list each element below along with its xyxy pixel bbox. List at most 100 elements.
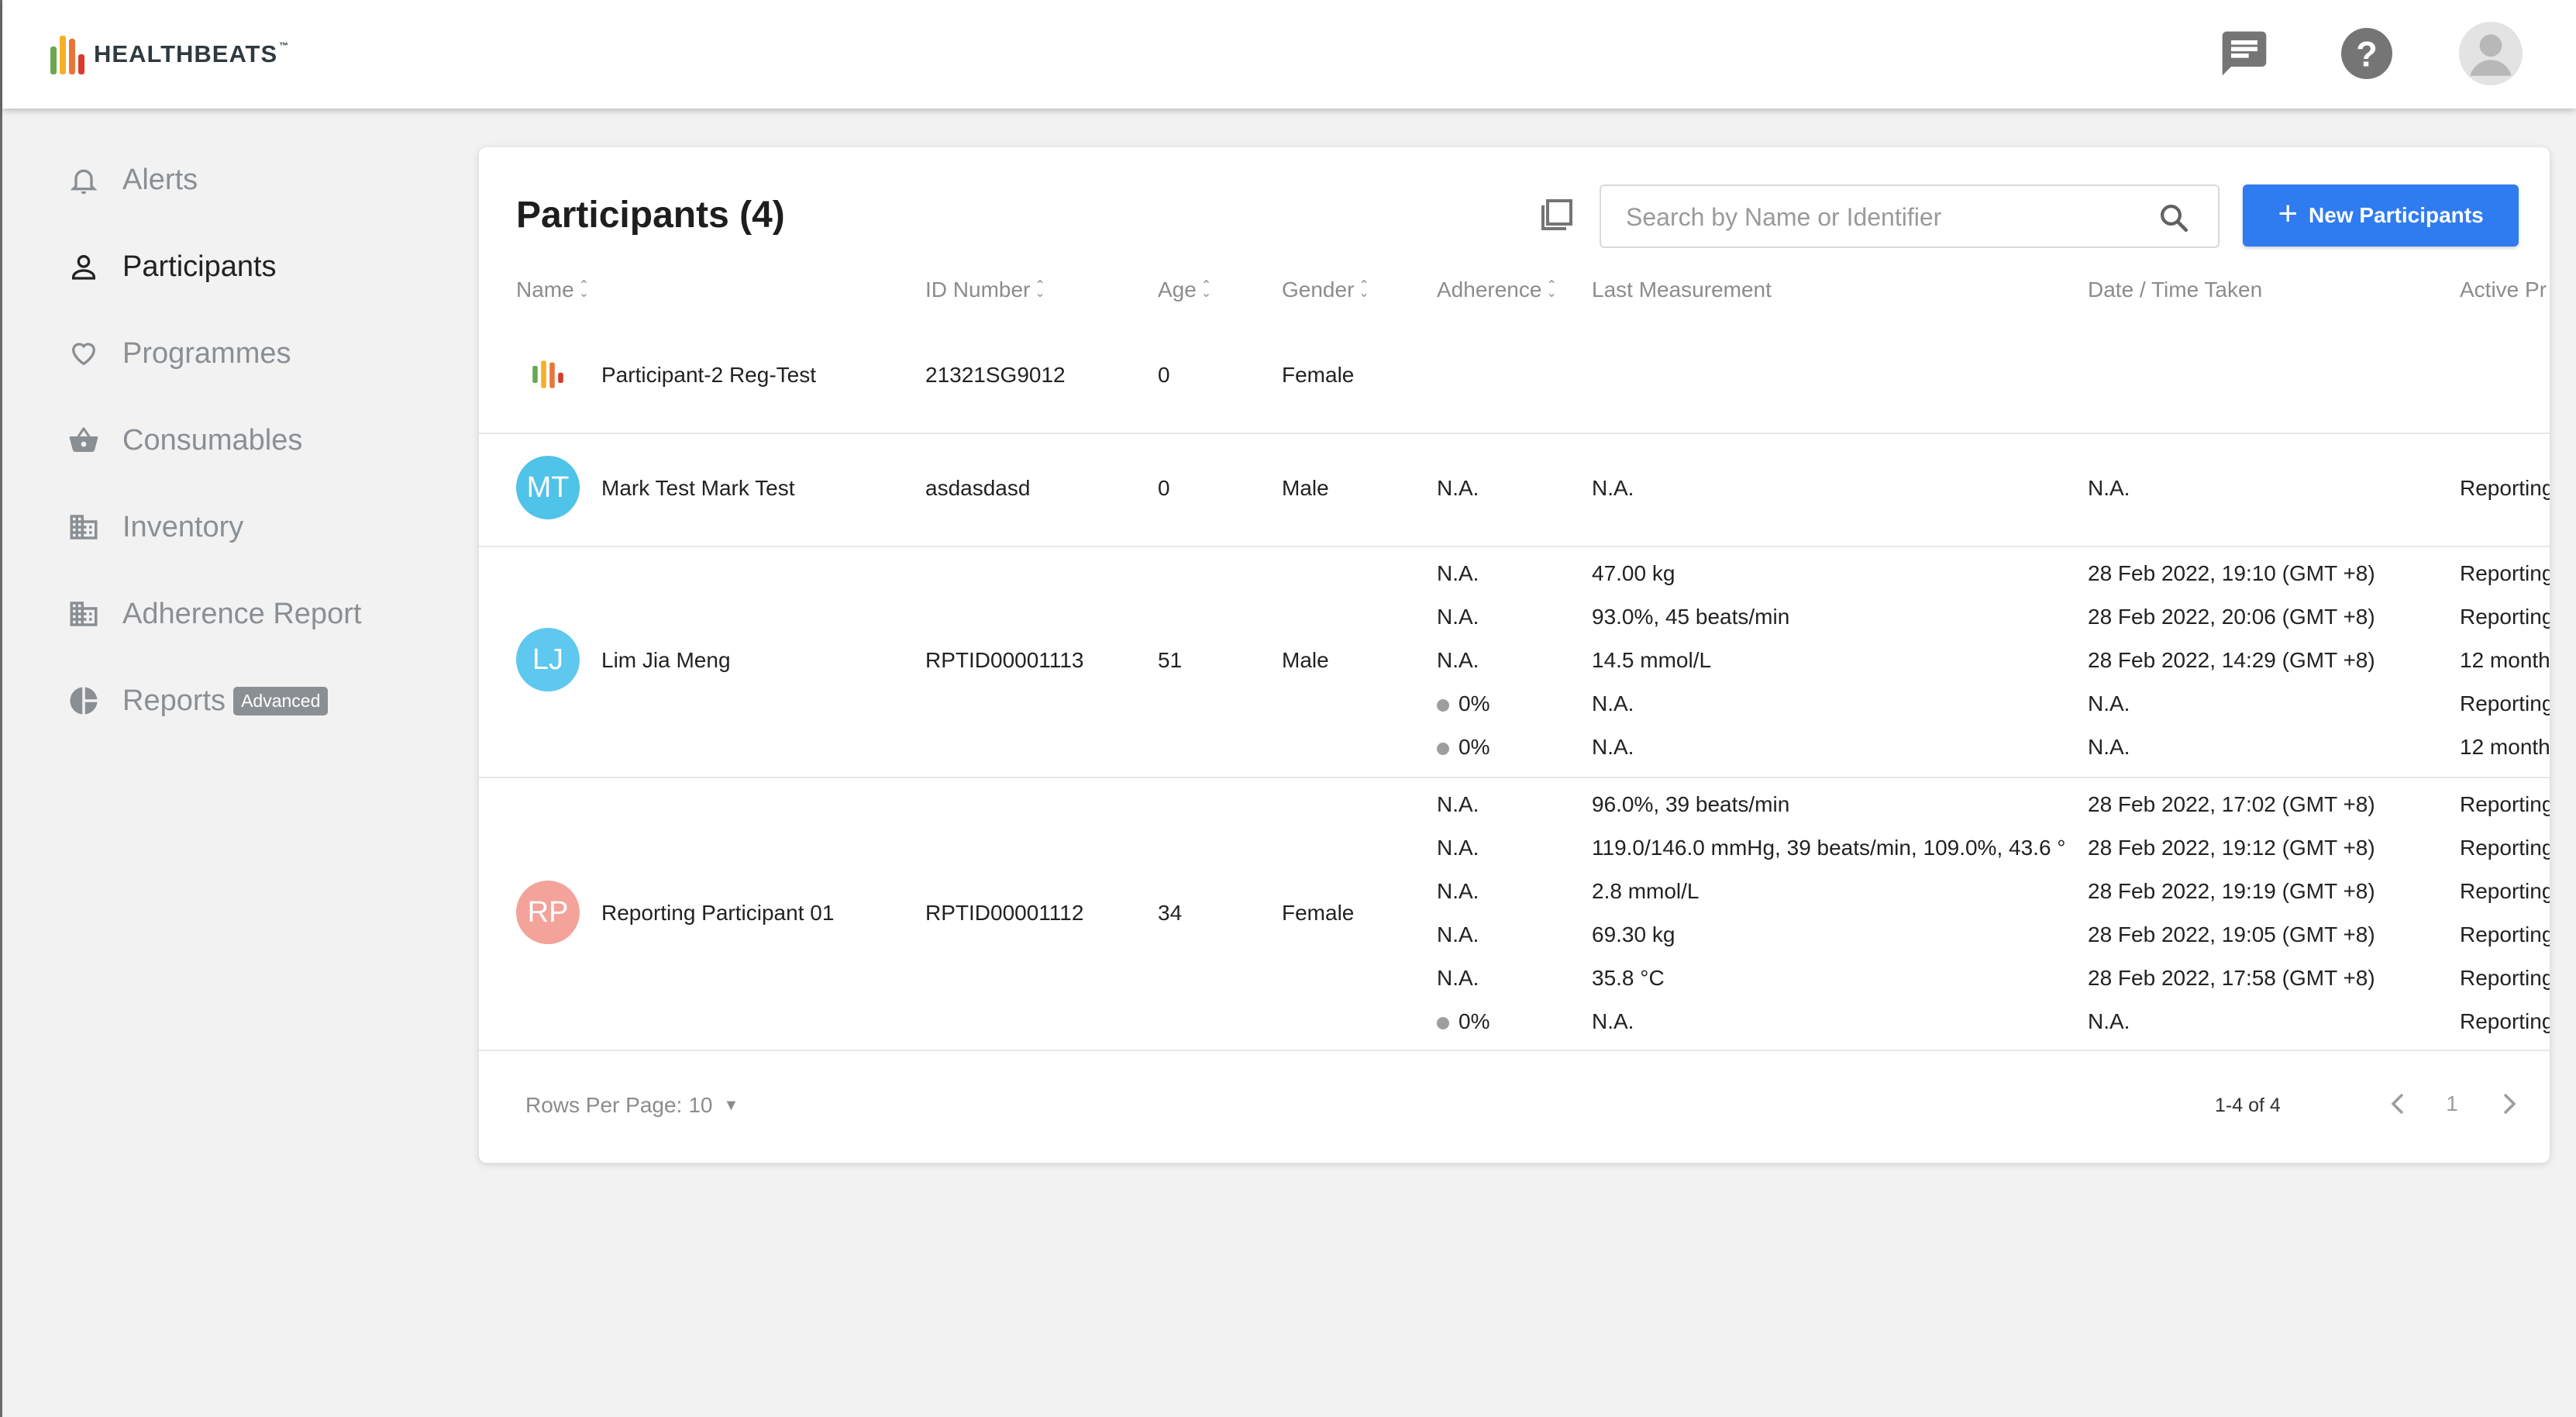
measurement-value: 35.8 °C [1592,966,1665,990]
advanced-badge: Advanced [233,686,329,715]
rows-per-page-select[interactable]: Rows Per Page: 10 ▼ [525,1093,739,1118]
measurement-date: N.A. [2088,735,2130,759]
participant-name[interactable]: Participant-2 Reg-Test [601,363,816,388]
measurement-value: 14.5 mmol/L [1592,648,1712,672]
healthbeats-logo[interactable]: HEALTHBEATS ™ [50,34,289,74]
rows-per-page-label: Rows Per Page: [525,1093,683,1117]
adherence-value: N.A. [1437,561,1479,585]
active-programme: Reporting [2460,476,2550,500]
measurement-date: 28 Feb 2022, 19:12 (GMT +8) [2088,836,2375,860]
new-participants-label: New Participants [2309,203,2484,227]
participant-gender: Female [1282,901,1355,925]
row-divider [479,433,2550,434]
column-header-name[interactable]: Name ⌃ ⌄ [516,278,589,302]
active-programme: Reporting [2460,792,2550,816]
column-header-adherence[interactable]: Adherence ⌃ ⌄ [1437,278,1557,302]
pagination-range: 1-4 of 4 [2215,1095,2281,1116]
participant-id: 21321SG9012 [925,363,1066,387]
sidebar-item-label: Adherence Report [122,597,362,630]
avatar: LJ [516,628,580,691]
participant-age: 0 [1158,476,1170,500]
header-label: Active Pr [2460,278,2547,302]
next-page-icon[interactable] [2489,1084,2530,1124]
status-dot-icon [1437,1016,1449,1029]
logo-avatar [516,343,580,406]
window-edge [0,0,2,1417]
prev-page-icon[interactable] [2378,1084,2418,1124]
active-programme: Reporting [2460,605,2550,629]
active-programme: Reporting [2460,836,2550,860]
new-participants-button[interactable]: + New Participants [2243,184,2519,247]
page-title: Participants (4) [516,195,785,236]
measurement-date: 28 Feb 2022, 17:58 (GMT +8) [2088,966,2375,990]
measurement-value: 69.30 kg [1592,922,1675,946]
sort-icon: ⌃ ⌄ [1035,279,1045,300]
active-programme: 12 month [2460,648,2550,672]
participant-age: 0 [1158,363,1170,387]
participant-gender: Male [1282,476,1329,500]
participant-gender: Male [1282,648,1329,672]
svg-text:?: ? [2356,35,2378,74]
heart-icon [62,332,105,375]
sidebar-item-label: Alerts [122,163,198,196]
active-programme: Reporting [2460,1009,2550,1033]
row-divider [479,1050,2550,1051]
search-icon[interactable] [2158,202,2190,234]
measurement-date: 28 Feb 2022, 19:19 (GMT +8) [2088,879,2375,903]
active-programme: Reporting [2460,691,2550,715]
participant-name[interactable]: Reporting Participant 01 [601,901,834,926]
avatar: RP [516,881,580,944]
user-avatar-icon[interactable] [2459,22,2523,85]
brand-name: HEALTHBEATS ™ [94,40,290,67]
measurement-value: 119.0/146.0 mmHg, 39 beats/min, 109.0%, … [1592,836,2066,860]
adherence-value: N.A. [1437,648,1479,672]
sidebar-item-participants[interactable]: Participants [62,236,277,298]
column-header-id-number[interactable]: ID Number ⌃ ⌄ [925,278,1045,302]
row-divider [479,546,2550,547]
sort-icon: ⌃ ⌄ [1546,279,1557,300]
active-programme: Reporting [2460,922,2550,946]
participant-name[interactable]: Lim Jia Meng [601,648,731,673]
measurement-date: 28 Feb 2022, 19:10 (GMT +8) [2088,561,2375,585]
column-header-date-time: Date / Time Taken [2088,278,2262,302]
sidebar-item-label: Consumables [122,423,303,457]
sidebar-item-adherence-report[interactable]: Adherence Report [62,583,361,645]
header-label: ID Number [925,278,1031,302]
pie-chart-icon [62,679,105,722]
sidebar-item-inventory[interactable]: Inventory [62,496,243,558]
sidebar-item-label: Programmes [122,336,291,370]
participant-gender: Female [1282,363,1355,387]
measurement-value: 96.0%, 39 beats/min [1592,792,1790,816]
chevron-down-icon: ▼ [723,1096,739,1114]
building-icon [62,505,105,549]
adherence-value: 0% [1437,1009,1489,1034]
measurement-value: N.A. [1592,691,1634,715]
adherence-value: N.A. [1437,792,1479,816]
sidebar-item-reports[interactable]: Reports Advanced [62,670,329,732]
column-header-gender[interactable]: Gender ⌃ ⌄ [1282,278,1369,302]
chat-icon[interactable] [2213,22,2276,85]
measurement-value: 47.00 kg [1592,561,1675,585]
sidebar-item-programmes[interactable]: Programmes [62,322,291,384]
plus-icon: + [2278,195,2299,233]
rows-per-page-value: 10 [688,1093,713,1117]
adherence-value: N.A. [1437,476,1479,500]
building-icon [62,592,105,636]
column-header-age[interactable]: Age ⌃ ⌄ [1158,278,1211,302]
header-label: Date / Time Taken [2088,278,2263,302]
header-label: Gender [1282,278,1355,302]
help-icon[interactable]: ? [2335,22,2399,85]
copy-icon[interactable] [1533,191,1581,239]
status-dot-icon [1437,698,1449,712]
measurement-date: 28 Feb 2022, 20:06 (GMT +8) [2088,605,2375,629]
participant-name[interactable]: Mark Test Mark Test [601,476,794,501]
basket-icon [62,419,105,462]
measurement-date: N.A. [2088,1009,2130,1033]
sidebar-item-alerts[interactable]: Alerts [62,149,198,211]
search-box [1600,184,2220,248]
adherence-value: 0% [1437,691,1489,716]
participant-id: RPTID00001112 [925,901,1084,925]
page-number[interactable]: 1 [2432,1084,2472,1124]
search-input[interactable] [1624,198,2139,236]
sidebar-item-consumables[interactable]: Consumables [62,409,302,471]
